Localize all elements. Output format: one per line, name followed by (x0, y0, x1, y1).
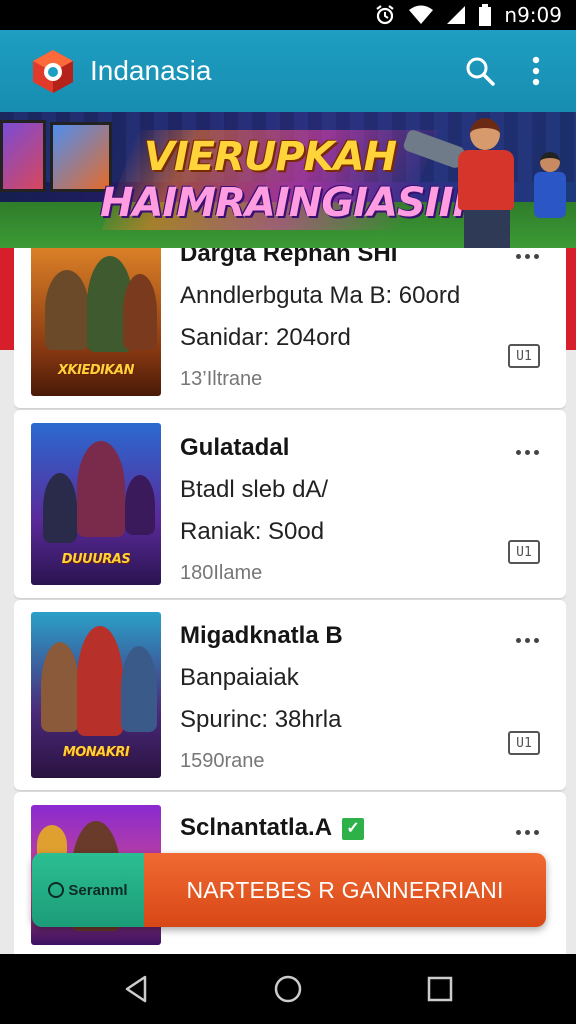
game-detail-1: Anndlerbguta Ma B: 60ord (180, 282, 461, 309)
app-bar: Indanasia (0, 30, 576, 112)
app-logo-icon (33, 50, 73, 93)
more-options-button[interactable] (510, 440, 544, 464)
banner-hero-character (402, 118, 530, 248)
game-detail-2: Raniak: S0od (180, 518, 325, 545)
app-title: Indanasia (90, 55, 212, 86)
cell-signal-icon (446, 5, 466, 25)
search-button[interactable] (458, 49, 502, 93)
game-detail-1: Btadl sleb dA/ (180, 476, 329, 503)
game-thumbnail: MONAKRI (31, 612, 161, 778)
game-meta: 13’Iltrane (180, 368, 263, 390)
game-thumbnail: XKIEDIKAN (31, 248, 161, 396)
back-icon (125, 975, 147, 1003)
home-button[interactable] (258, 959, 318, 1019)
game-detail-1: Banpaiaiak (180, 664, 299, 691)
list-item[interactable]: MONAKRI Migadknatla B Banpaiaiak Spurinc… (14, 600, 566, 790)
cta-bar[interactable]: Seranml NARTEBES R GANNERRIANI (32, 853, 546, 927)
game-thumbnail: DUUURAS (31, 423, 161, 585)
alarm-icon (374, 4, 396, 26)
banner-headline-2: HAIMRAINGIASIIN (100, 180, 486, 226)
game-detail-2: Spurinc: 38hrla (180, 706, 342, 733)
red-accent-left (0, 248, 14, 350)
status-time: n9:09 (504, 3, 562, 27)
game-title: Dargta Rephan SHI (180, 248, 398, 267)
game-meta: 1590rane (180, 750, 265, 772)
more-options-button[interactable] (510, 820, 544, 844)
verified-check-icon: ✓ (342, 818, 365, 840)
status-bar: n9:09 (0, 0, 576, 30)
search-icon (466, 57, 495, 86)
promo-banner[interactable]: VIERUPKAH HAIMRAINGIASIIN (0, 112, 576, 248)
recents-icon (427, 976, 453, 1002)
banner-sidekick-character (532, 152, 566, 222)
recents-button[interactable] (410, 959, 470, 1019)
game-meta: 180Ilame (180, 562, 263, 584)
game-title: Sclnantatla.A ✓ (180, 814, 500, 842)
cta-primary-button[interactable]: NARTEBES R GANNERRIANI (144, 853, 546, 927)
stadium-screen-left (0, 120, 46, 192)
install-badge[interactable]: U1 (508, 731, 540, 755)
cta-secondary-button[interactable]: Seranml (32, 853, 144, 927)
more-options-button[interactable] (510, 628, 544, 652)
back-button[interactable] (106, 959, 166, 1019)
install-badge[interactable]: U1 (508, 540, 540, 564)
wifi-icon (408, 5, 434, 25)
system-nav-bar (0, 954, 576, 1024)
more-options-button[interactable] (510, 248, 544, 268)
game-title: Gulatadal (180, 434, 290, 461)
banner-headline-1: VIERUPKAH (143, 134, 397, 180)
game-title: Migadknatla B (180, 622, 343, 649)
more-vert-icon (532, 56, 540, 86)
home-icon (274, 975, 302, 1003)
list-item[interactable]: XKIEDIKAN Dargta Rephan SHI Anndlerbguta… (14, 248, 566, 408)
game-detail-2: Sanidar: 204ord (180, 324, 351, 351)
game-list: XKIEDIKAN Dargta Rephan SHI Anndlerbguta… (14, 248, 566, 954)
battery-icon (478, 4, 492, 26)
more-options-button[interactable] (514, 49, 558, 93)
search-circle-icon (48, 882, 65, 898)
list-item[interactable]: DUUURAS Gulatadal Btadl sleb dA/ Raniak:… (14, 410, 566, 598)
install-badge[interactable]: U1 (508, 344, 540, 368)
